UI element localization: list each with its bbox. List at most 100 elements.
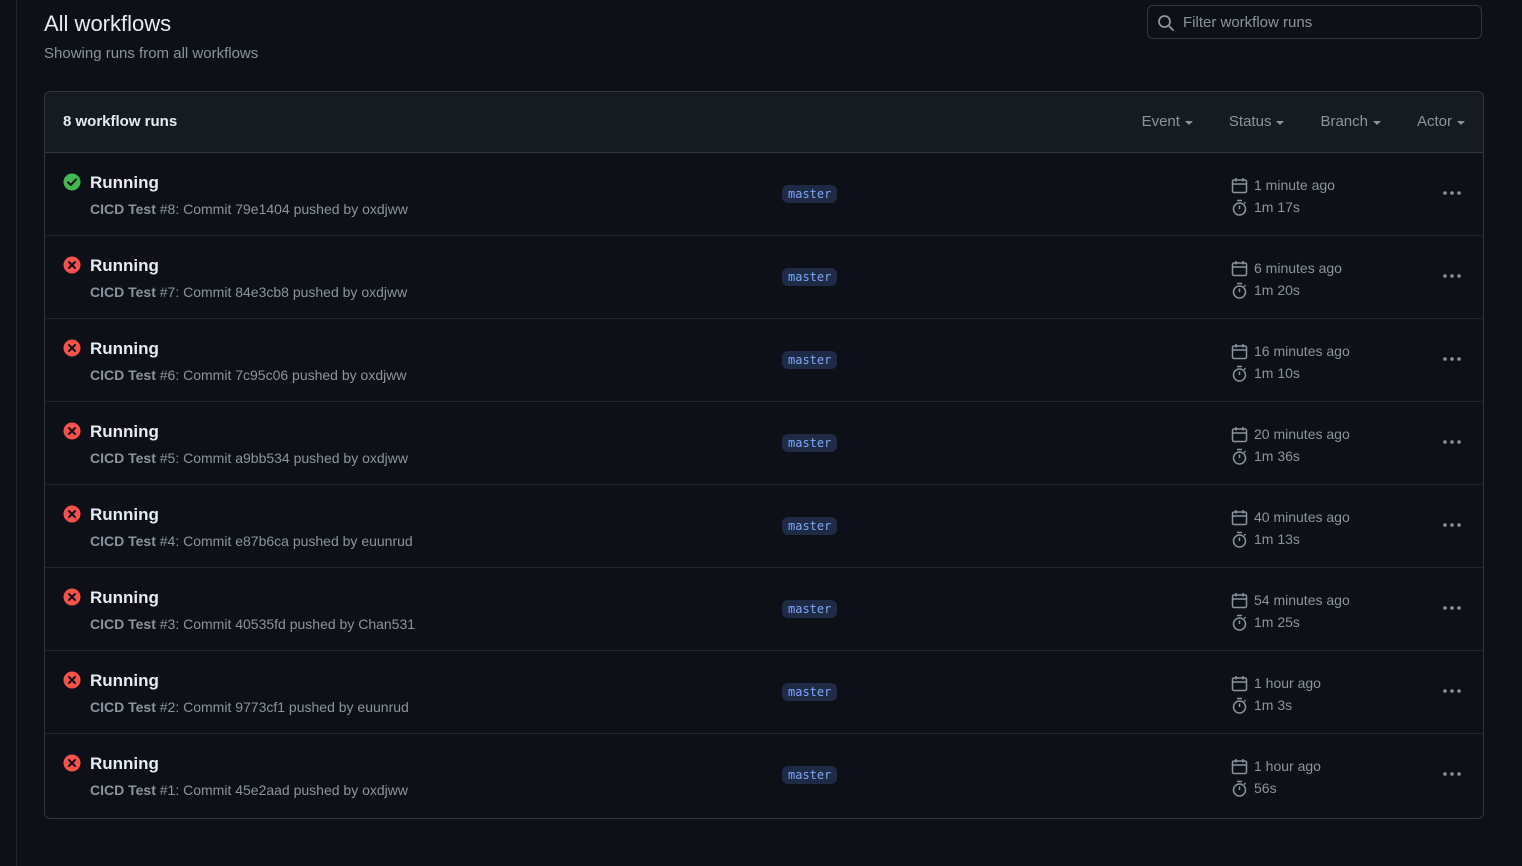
time-ago-line: 54 minutes ago [1231,589,1350,611]
calendar-icon [1231,675,1248,691]
branch-label[interactable]: master [782,351,838,369]
branch-filter-dropdown[interactable]: Branch [1320,113,1381,130]
kebab-menu-icon[interactable] [1441,432,1463,452]
run-meta: CICD Test #3: Commit 40535fd pushed by C… [90,615,415,633]
stopwatch-icon [1232,614,1247,631]
workflow-name: CICD Test [90,782,156,798]
run-meta: CICD Test #6: Commit 7c95c06 pushed by o… [90,366,406,384]
run-detail: : Commit 9773cf1 pushed by euunrud [175,699,409,715]
branch-label[interactable]: master [782,683,838,701]
time-ago-line: 1 hour ago [1231,755,1321,777]
time-ago: 16 minutes ago [1254,343,1350,359]
filter-label: Event [1141,113,1180,130]
run-title-link[interactable]: Running [90,172,159,194]
run-timing: 54 minutes ago 1m 25s [1231,589,1350,633]
run-timing: 16 minutes ago 1m 10s [1231,340,1350,384]
failure-x-icon [63,505,81,523]
run-title-link[interactable]: Running [90,670,159,692]
workflow-run-row[interactable]: Running CICD Test #4: Commit e87b6ca pus… [45,485,1483,568]
kebab-menu-icon[interactable] [1441,515,1463,535]
search-icon [1158,15,1174,31]
run-timing: 1 minute ago 1m 17s [1231,174,1335,218]
run-timing: 6 minutes ago 1m 20s [1231,257,1342,301]
caret-down-icon [1372,120,1381,125]
run-duration: 1m 13s [1254,531,1300,547]
run-timing: 40 minutes ago 1m 13s [1231,506,1350,550]
run-duration: 1m 3s [1254,697,1293,713]
branch-label[interactable]: master [782,600,838,618]
stopwatch-icon [1232,199,1247,216]
duration-line: 1m 3s [1231,694,1321,716]
calendar-icon [1231,177,1248,193]
duration-line: 1m 36s [1231,445,1350,467]
run-title-link[interactable]: Running [90,587,159,609]
workflow-run-row[interactable]: Running CICD Test #3: Commit 40535fd pus… [45,568,1483,651]
run-number: #3 [159,616,176,632]
workflow-name: CICD Test [90,367,156,383]
duration-line: 1m 20s [1231,279,1342,301]
page-title: All workflows [44,11,172,36]
workflow-run-row[interactable]: Running CICD Test #6: Commit 7c95c06 pus… [45,319,1483,402]
workflow-name: CICD Test [90,616,156,632]
page-header: All workflows Showing runs from all work… [44,0,1484,91]
kebab-menu-icon[interactable] [1441,266,1463,286]
run-timing: 20 minutes ago 1m 36s [1231,423,1350,467]
stopwatch-icon [1232,448,1247,465]
time-ago: 40 minutes ago [1254,509,1350,525]
run-number: #6 [159,367,176,383]
filter-search-box[interactable] [1147,5,1482,39]
workflow-run-row[interactable]: Running CICD Test #2: Commit 9773cf1 pus… [45,651,1483,734]
page-divider [16,0,17,866]
runs-box-header: 8 workflow runs Event Status Branch Acto… [45,92,1483,153]
actor-filter-dropdown[interactable]: Actor [1417,113,1465,130]
search-input[interactable] [1183,6,1473,38]
run-title-link[interactable]: Running [90,753,159,775]
kebab-menu-icon[interactable] [1441,764,1463,784]
workflow-run-row[interactable]: Running CICD Test #5: Commit a9bb534 pus… [45,402,1483,485]
run-number: #8 [159,201,176,217]
run-detail: : Commit 40535fd pushed by Chan531 [175,616,416,632]
duration-line: 1m 25s [1231,611,1350,633]
calendar-icon [1231,509,1248,525]
stopwatch-icon [1232,697,1247,714]
failure-x-icon [63,671,81,689]
failure-x-icon [63,588,81,606]
filter-bar: Event Status Branch Actor [1142,113,1465,130]
run-title-link[interactable]: Running [90,255,159,277]
run-title-link[interactable]: Running [90,504,159,526]
workflow-run-row[interactable]: Running CICD Test #1: Commit 45e2aad pus… [45,734,1483,817]
branch-label[interactable]: master [782,766,838,784]
duration-line: 1m 17s [1231,196,1335,218]
run-meta: CICD Test #5: Commit a9bb534 pushed by o… [90,449,408,467]
kebab-menu-icon[interactable] [1441,349,1463,369]
run-detail: : Commit 7c95c06 pushed by oxdjww [175,367,407,383]
run-number: #7 [159,284,176,300]
run-duration: 56s [1254,780,1277,796]
run-number: #5 [159,450,176,466]
run-title-link[interactable]: Running [90,421,159,443]
branch-label[interactable]: master [782,185,838,203]
stopwatch-icon [1232,531,1247,548]
branch-label[interactable]: master [782,434,838,452]
time-ago-line: 40 minutes ago [1231,506,1350,528]
calendar-icon [1231,260,1248,276]
stopwatch-icon [1232,780,1247,797]
kebab-menu-icon[interactable] [1441,183,1463,203]
run-number: #2 [159,699,176,715]
branch-label[interactable]: master [782,268,838,286]
kebab-menu-icon[interactable] [1441,681,1463,701]
workflow-run-row[interactable]: Running CICD Test #7: Commit 84e3cb8 pus… [45,236,1483,319]
run-title-link[interactable]: Running [90,338,159,360]
workflow-run-row[interactable]: Running CICD Test #8: Commit 79e1404 pus… [45,153,1483,236]
run-duration: 1m 10s [1254,365,1300,381]
calendar-icon [1231,758,1248,774]
branch-label[interactable]: master [782,517,838,535]
calendar-icon [1231,343,1248,359]
success-check-icon [63,173,81,191]
workflow-name: CICD Test [90,201,156,217]
run-duration: 1m 25s [1254,614,1300,630]
event-filter-dropdown[interactable]: Event [1142,113,1193,130]
kebab-menu-icon[interactable] [1441,598,1463,618]
status-filter-dropdown[interactable]: Status [1229,113,1285,130]
time-ago: 20 minutes ago [1254,426,1350,442]
